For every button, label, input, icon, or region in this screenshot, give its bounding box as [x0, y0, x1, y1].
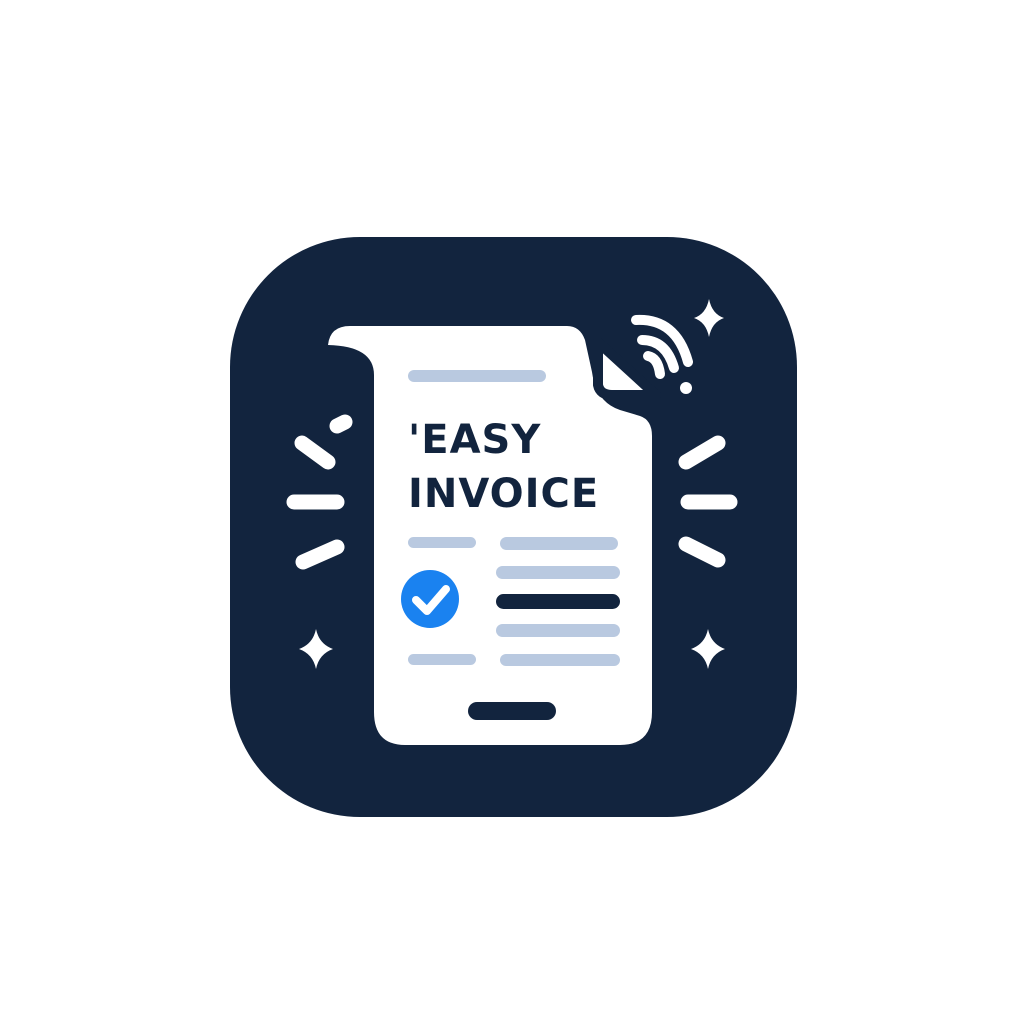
logo-title-line-1: 'EASY	[408, 417, 542, 463]
signal-waves-icon	[631, 314, 693, 379]
document-line	[500, 537, 618, 550]
document-line	[408, 370, 546, 382]
document-line	[496, 566, 620, 579]
document-line	[500, 654, 620, 666]
logo-title-line-2: INVOICE	[408, 471, 600, 517]
document-line-dark	[496, 594, 620, 609]
document-line	[408, 654, 476, 665]
checkmark-badge-icon	[401, 570, 459, 628]
folded-corner-icon	[593, 337, 661, 400]
document-line	[496, 624, 620, 637]
document-line	[408, 537, 476, 548]
sparkle-icon	[691, 629, 725, 669]
signal-dot-icon	[680, 382, 692, 394]
burst-lines-icon	[286, 414, 353, 570]
burst-lines-icon	[678, 435, 738, 568]
document-footer-bar	[468, 702, 556, 720]
sparkle-icon	[299, 629, 333, 669]
sparkle-icon	[694, 299, 724, 337]
